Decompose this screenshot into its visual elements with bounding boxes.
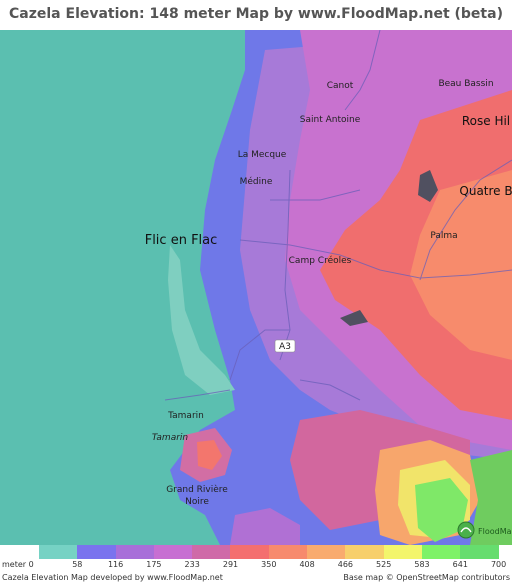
legend-labels: meter 0 58 116 175 233 291 350 408 466 525 583 641… — [0, 560, 512, 572]
legend-tick-label: 525 — [376, 560, 392, 569]
label-a3: A3 — [279, 342, 291, 352]
legend-color-bar — [39, 545, 499, 559]
legend-tick-label: 700 — [490, 560, 507, 569]
label-camp-creoles: Camp Créoles — [289, 255, 352, 266]
legend-tick-label: 291 — [222, 560, 239, 569]
legend-tick-label: 583 — [414, 560, 430, 569]
legend-swatch — [39, 545, 78, 559]
label-tamarin-river: Tamarin — [152, 433, 189, 443]
label-palma: Palma — [430, 231, 457, 241]
legend-swatch — [77, 545, 116, 559]
label-saint-antoine: Saint Antoine — [300, 115, 361, 125]
legend-tick-label: 58 — [72, 560, 83, 569]
label-grand-riviere-line2: Noire — [185, 497, 209, 507]
label-canot: Canot — [327, 81, 354, 91]
svg-text:FloodMap: FloodMap — [478, 527, 512, 536]
legend-swatch — [268, 545, 308, 559]
label-quatre-bornes: Quatre B — [459, 184, 512, 198]
legend-tick-label: 466 — [337, 560, 354, 569]
label-rose-hill: Rose Hil — [462, 114, 510, 128]
map-title: Cazela Elevation: 148 meter Map by www.F… — [9, 6, 503, 22]
legend-tick-label: 116 — [107, 560, 124, 569]
label-medine: Médine — [240, 176, 273, 187]
legend-swatch — [230, 545, 269, 559]
legend-unit-label: meter 0 — [2, 560, 34, 569]
legend-tick-label: 175 — [146, 560, 162, 569]
legend-swatch — [115, 545, 154, 559]
footer: Cazela Elevation Map developed by www.Fl… — [0, 574, 512, 582]
legend-tick-label: 408 — [299, 560, 315, 569]
footer-credit[interactable]: Cazela Elevation Map developed by www.Fl… — [2, 574, 223, 582]
legend-tick-label: 641 — [452, 560, 468, 569]
label-flic-en-flac: Flic en Flac — [145, 233, 218, 248]
label-la-mecque: La Mecque — [238, 150, 287, 160]
footer-attribution[interactable]: Base map © OpenStreetMap contributors — [343, 574, 510, 582]
elevation-map[interactable]: Canot Beau Bassin Saint Antoine Rose Hil… — [0, 30, 512, 545]
label-tamarin: Tamarin — [167, 411, 204, 421]
label-grand-riviere-line1: Grand Rivière — [166, 484, 228, 495]
legend-tick-label: 233 — [184, 560, 200, 569]
legend-swatch — [460, 545, 499, 559]
legend-swatch — [192, 545, 231, 559]
legend-tick-label: 350 — [261, 560, 277, 569]
legend-swatch — [383, 545, 422, 559]
elevation-map-canvas: Canot Beau Bassin Saint Antoine Rose Hil… — [0, 30, 512, 545]
legend-swatch — [153, 545, 193, 559]
legend-swatch — [307, 545, 346, 559]
legend-swatch — [421, 545, 461, 559]
label-beau-bassin: Beau Bassin — [438, 79, 493, 89]
legend-swatch — [345, 545, 384, 559]
